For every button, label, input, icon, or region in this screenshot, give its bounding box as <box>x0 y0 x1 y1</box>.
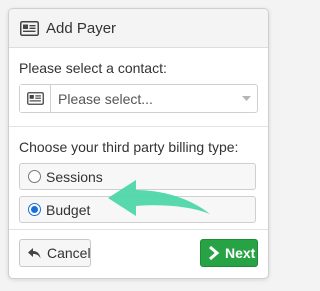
id-card-icon <box>26 92 44 105</box>
chevron-right-icon <box>208 246 220 260</box>
contact-section: Please select a contact: Please select..… <box>9 60 268 113</box>
budget-radio[interactable] <box>28 203 41 216</box>
billing-section: Choose your third party billing type: Se… <box>9 139 268 223</box>
dialog-title: Add Payer <box>46 19 117 37</box>
cancel-label: Cancel <box>47 245 91 261</box>
dialog-footer: Cancel Next <box>9 229 268 278</box>
id-card-icon <box>20 20 39 36</box>
undo-icon <box>28 247 41 259</box>
cancel-button[interactable]: Cancel <box>19 239 91 267</box>
add-payer-dialog: Add Payer Please select a contact: Pleas… <box>8 8 269 279</box>
sessions-radio[interactable] <box>28 170 41 183</box>
budget-label: Budget <box>46 201 91 218</box>
billing-option-sessions[interactable]: Sessions <box>19 163 256 190</box>
section-divider <box>9 126 268 127</box>
contact-select[interactable]: Please select... <box>19 84 258 113</box>
billing-option-budget[interactable]: Budget <box>19 196 256 223</box>
next-button[interactable]: Next <box>200 239 258 267</box>
dialog-header: Add Payer <box>9 9 268 48</box>
contact-select-value: Please select... <box>58 90 153 107</box>
sessions-label: Sessions <box>46 168 103 185</box>
contact-label: Please select a contact: <box>19 60 167 76</box>
caret-down-icon <box>235 85 257 112</box>
billing-type-label: Choose your third party billing type: <box>19 139 239 155</box>
next-label: Next <box>225 245 256 261</box>
contact-addon <box>20 85 51 112</box>
